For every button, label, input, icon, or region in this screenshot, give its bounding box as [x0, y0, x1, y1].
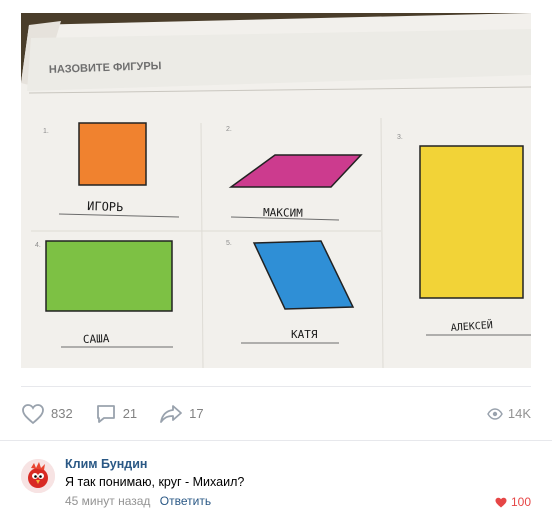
comment-icon	[96, 404, 115, 423]
views-counter: 14K	[487, 406, 531, 421]
post-photo[interactable]: НАЗОВИТЕ ФИГУРЫ 1. 2. 3. 4. 5. ИГОРЬ МАК…	[21, 13, 531, 368]
square-shape	[78, 122, 147, 186]
heart-icon	[22, 403, 44, 424]
comment-author[interactable]: Клим Бундин	[65, 457, 531, 471]
share-icon	[160, 404, 183, 423]
share-count: 17	[189, 406, 204, 421]
comments-section: Клим Бундин Я так понимаю, круг - Михаил…	[0, 440, 552, 519]
figure-number-5: 5.	[226, 240, 232, 247]
eye-icon	[487, 407, 503, 420]
avatar[interactable]	[21, 459, 55, 493]
figure-name-2: МАКСИМ	[263, 206, 303, 220]
like-count: 832	[51, 406, 73, 421]
figure-number-1: 1.	[43, 128, 49, 135]
rooster-avatar-icon	[21, 459, 55, 493]
figure-name-4: САША	[83, 332, 110, 346]
comment-text: Я так понимаю, круг - Михаил?	[65, 475, 245, 489]
comment-like-count: 100	[510, 495, 531, 509]
comment-button[interactable]: 21	[95, 403, 137, 425]
figure-number-3: 3.	[397, 134, 403, 141]
reply-link[interactable]: Ответить	[160, 494, 211, 508]
figure-number-2: 2.	[226, 126, 232, 133]
like-button[interactable]: 832	[21, 403, 73, 425]
post-actions-bar: 832 21 17 14K	[21, 386, 531, 440]
comment-count: 21	[122, 406, 138, 421]
rectangle-shape	[419, 145, 524, 299]
comment-like-button[interactable]: 100	[495, 495, 531, 509]
figure-name-1: ИГОРЬ	[87, 199, 124, 214]
heart-filled-icon	[495, 497, 507, 507]
comment-time[interactable]: 45 минут назад	[65, 494, 150, 508]
views-count: 14K	[507, 406, 531, 421]
figure-number-4: 4.	[35, 242, 41, 249]
share-button[interactable]: 17	[159, 403, 204, 425]
figure-name-5: КАТЯ	[291, 328, 318, 341]
comment-meta: 45 минут назад Ответить	[65, 494, 531, 508]
wide-rectangle-shape	[45, 240, 173, 312]
